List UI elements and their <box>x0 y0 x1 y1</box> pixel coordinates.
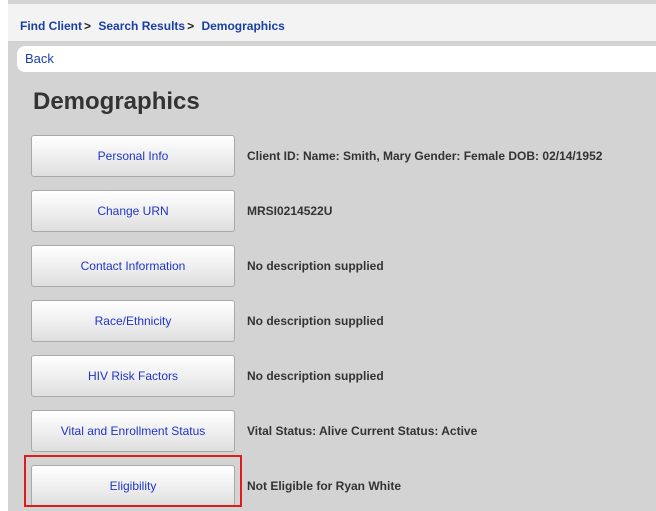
back-link[interactable]: Back <box>17 46 656 72</box>
personal-info-description: Client ID: Name: Smith, Mary Gender: Fem… <box>247 149 603 163</box>
breadcrumb-separator: > <box>187 19 195 33</box>
race-ethnicity-button[interactable]: Race/Ethnicity <box>31 300 235 342</box>
page-title: Demographics <box>33 88 200 115</box>
breadcrumb-demographics[interactable]: Demographics <box>201 19 284 33</box>
personal-info-button[interactable]: Personal Info <box>31 135 235 177</box>
change-urn-button[interactable]: Change URN <box>31 190 235 232</box>
vital-enrollment-status-button[interactable]: Vital and Enrollment Status <box>31 410 235 452</box>
breadcrumb: Find Client > Search Results > Demographic… <box>8 4 656 42</box>
breadcrumb-separator: > <box>84 19 92 33</box>
eligibility-highlight <box>24 455 242 507</box>
hiv-risk-factors-description: No description supplied <box>247 369 384 383</box>
hiv-risk-factors-button[interactable]: HIV Risk Factors <box>31 355 235 397</box>
eligibility-description: Not Eligible for Ryan White <box>247 479 402 493</box>
race-ethnicity-description: No description supplied <box>247 314 384 328</box>
vital-enrollment-status-description: Vital Status: Alive Current Status: Acti… <box>247 424 478 438</box>
change-urn-description: MRSI0214522U <box>247 204 333 218</box>
contact-information-button[interactable]: Contact Information <box>31 245 235 287</box>
contact-information-description: No description supplied <box>247 259 384 273</box>
breadcrumb-find-client[interactable]: Find Client <box>20 19 82 33</box>
breadcrumb-search-results[interactable]: Search Results <box>98 19 185 33</box>
